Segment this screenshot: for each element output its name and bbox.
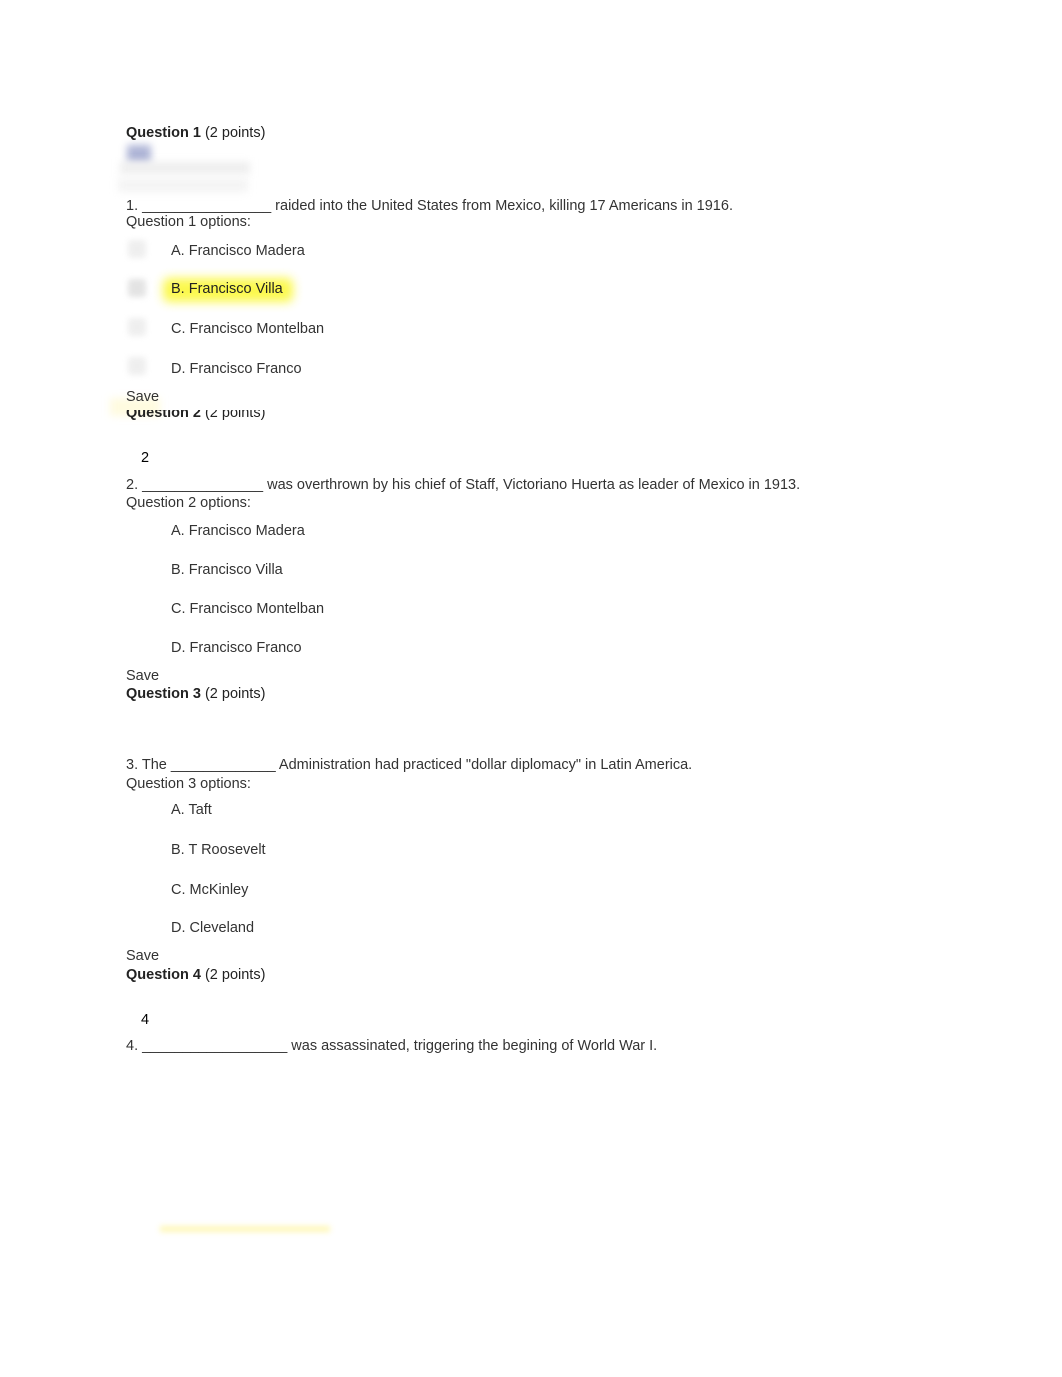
question-points: (2 points) — [200, 686, 266, 702]
question-title: Question 1 — [126, 125, 201, 141]
option-d[interactable]: D. Francisco Franco — [171, 640, 302, 656]
question-3-prompt: 3. The _____________ Administration had … — [126, 757, 693, 773]
option-b[interactable]: B. Francisco Villa — [171, 562, 283, 578]
option-c[interactable]: C. McKinley — [171, 882, 248, 898]
question-points: (2 points) — [200, 967, 266, 983]
question-2-options-label: Question 2 options: — [126, 495, 251, 511]
radio-button-selected[interactable] — [128, 279, 146, 297]
question-1-options-label: Question 1 options: — [126, 214, 251, 230]
blurred-artifact — [120, 162, 250, 174]
save-button[interactable]: Save — [126, 389, 159, 405]
question-2-prompt: 2. _______________ was overthrown by his… — [126, 477, 801, 493]
question-title: Question 3 — [126, 686, 201, 702]
blurred-icon — [127, 145, 151, 163]
question-1-prompt: 1. ________________ raided into the Unit… — [126, 198, 733, 214]
question-number: 4 — [141, 1012, 150, 1028]
blurred-highlight-artifact — [160, 1226, 330, 1232]
radio-button[interactable] — [128, 240, 146, 258]
option-b[interactable]: B. Francisco Villa — [171, 281, 283, 297]
option-a[interactable]: A. Francisco Madera — [171, 243, 305, 259]
question-3-header: Question 3 (2 points) — [126, 686, 265, 702]
option-b[interactable]: B. T Roosevelt — [171, 842, 266, 858]
option-c[interactable]: C. Francisco Montelban — [171, 321, 324, 337]
save-button[interactable]: Save — [126, 948, 159, 964]
option-c[interactable]: C. Francisco Montelban — [171, 601, 324, 617]
question-4-header: Question 4 (2 points) — [126, 967, 265, 983]
radio-button[interactable] — [128, 357, 146, 375]
question-points: (2 points) — [200, 405, 266, 421]
option-d[interactable]: D. Cleveland — [171, 920, 254, 936]
question-title: Question 4 — [126, 967, 201, 983]
blurred-artifact — [118, 178, 248, 192]
radio-button[interactable] — [128, 318, 146, 336]
save-button[interactable]: Save — [126, 668, 159, 684]
question-number: 2 — [141, 450, 150, 466]
option-a[interactable]: A. Taft — [171, 802, 212, 818]
question-4-prompt: 4. __________________ was assassinated, … — [126, 1038, 658, 1054]
question-3-options-label: Question 3 options: — [126, 776, 251, 792]
option-a[interactable]: A. Francisco Madera — [171, 523, 305, 539]
option-d[interactable]: D. Francisco Franco — [171, 361, 302, 377]
question-1-header: Question 1 (2 points) — [126, 125, 265, 141]
question-points: (2 points) — [200, 125, 266, 141]
